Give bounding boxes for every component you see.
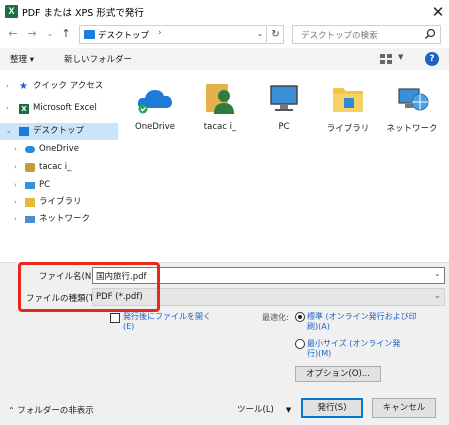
chevron-up-icon: ⌃: [8, 406, 18, 415]
file-item-libraries[interactable]: ライブラリ: [318, 80, 378, 140]
file-label: ネットワーク: [386, 124, 438, 134]
tools-label: ツール(L): [237, 405, 274, 415]
options-button[interactable]: オプション(O)...: [295, 366, 381, 382]
star-icon: ★: [19, 81, 28, 92]
open-after-publish-checkbox[interactable]: [110, 313, 120, 323]
organize-button[interactable]: 整理 ▾: [10, 53, 34, 65]
nav-item-quick-access[interactable]: › ★ クイック アクセス: [0, 78, 118, 95]
file-item-pc[interactable]: PC: [254, 80, 314, 140]
recent-dropdown-icon[interactable]: ⌄: [43, 26, 57, 42]
nav-item-libraries[interactable]: › ライブラリ: [0, 194, 118, 211]
file-item-network[interactable]: ネットワーク: [382, 80, 442, 140]
cancel-button[interactable]: キャンセル: [372, 398, 436, 418]
view-dropdown-icon: ▼: [398, 53, 404, 61]
filetype-dropdown-icon[interactable]: ⌄: [434, 291, 441, 300]
expand-chevron-icon[interactable]: ›: [6, 100, 9, 117]
close-button[interactable]: ✕: [428, 2, 448, 22]
cloud-icon: [25, 146, 35, 153]
search-input[interactable]: デスクトップの検索: [292, 25, 441, 44]
address-location[interactable]: デスクトップ: [98, 29, 149, 41]
optimize-standard-label[interactable]: 標準 (オンライン発行および印刷)(A): [307, 312, 425, 332]
nav-item-pc[interactable]: › PC: [0, 177, 118, 194]
search-icon[interactable]: [424, 28, 436, 40]
onedrive-cloud-icon: [137, 90, 172, 114]
tools-dropdown-icon: ▼: [285, 406, 292, 414]
nav-label: クイック アクセス: [33, 81, 104, 91]
network-globe-icon: [398, 88, 429, 111]
nav-item-user[interactable]: › tacac i_: [0, 159, 118, 176]
filename-dropdown-icon[interactable]: ⌄: [434, 269, 441, 278]
file-label: OneDrive: [135, 122, 175, 132]
publish-button[interactable]: 発行(S): [301, 398, 363, 418]
expand-chevron-icon[interactable]: ›: [6, 78, 9, 95]
nav-label: Microsoft Excel: [33, 103, 97, 113]
file-label: tacac i_: [203, 122, 237, 132]
library-folder-icon: [333, 88, 363, 112]
nav-label: ネットワーク: [39, 214, 91, 224]
file-item-user[interactable]: tacac i_: [190, 80, 250, 140]
view-grid-icon: [380, 54, 392, 64]
hide-folders-toggle[interactable]: ⌃ フォルダーの非表示: [8, 404, 94, 416]
file-label: ライブラリ: [326, 124, 370, 134]
forward-arrow-icon[interactable]: →: [25, 26, 39, 42]
navigation-pane: › ★ クイック アクセス › X Microsoft Excel ⌄ デスクト…: [0, 70, 118, 262]
optimize-label: 最適化:: [262, 313, 289, 322]
expand-chevron-icon[interactable]: ›: [14, 159, 17, 176]
nav-label: デスクトップ: [33, 126, 85, 136]
file-label: PC: [278, 122, 290, 132]
nav-label: ライブラリ: [39, 197, 82, 207]
nav-item-microsoft-excel[interactable]: › X Microsoft Excel: [0, 100, 118, 117]
address-dropdown-icon[interactable]: ⌄: [254, 27, 266, 41]
excel-app-icon: X: [5, 5, 18, 18]
nav-item-network[interactable]: › ネットワーク: [0, 211, 118, 228]
open-after-publish-label[interactable]: 発行後にファイルを開く(E): [123, 312, 213, 332]
optimize-minimum-label[interactable]: 最小サイズ (オンライン発行)(M): [307, 339, 407, 359]
nav-label: PC: [39, 180, 51, 190]
expand-chevron-icon[interactable]: ›: [14, 177, 17, 194]
window-title: PDF または XPS 形式で発行: [22, 8, 144, 19]
user-folder-icon: [206, 84, 234, 114]
computer-icon: [25, 182, 35, 189]
hide-folders-label: フォルダーの非表示: [17, 406, 94, 416]
optimize-standard-radio[interactable]: [295, 312, 305, 322]
expand-chevron-icon[interactable]: ›: [14, 194, 17, 211]
highlight-box: [18, 262, 160, 312]
help-icon[interactable]: ?: [425, 52, 439, 66]
library-folder-icon: [25, 198, 35, 207]
breadcrumb-chevron-icon[interactable]: ›: [158, 28, 162, 38]
nav-label: tacac i_: [39, 162, 72, 172]
back-arrow-icon[interactable]: ←: [6, 26, 20, 42]
tools-button[interactable]: ツール(L) ▼: [237, 403, 291, 415]
refresh-icon[interactable]: ↻: [268, 25, 284, 44]
nav-item-desktop[interactable]: ⌄ デスクトップ: [0, 123, 118, 140]
desktop-folder-icon: [84, 30, 95, 39]
file-item-onedrive[interactable]: OneDrive: [125, 80, 185, 140]
user-folder-icon: [25, 163, 35, 172]
up-arrow-icon[interactable]: ↑: [59, 26, 73, 42]
address-bar[interactable]: デスクトップ ›: [79, 25, 267, 44]
view-options-button[interactable]: ▼: [380, 52, 408, 66]
search-placeholder: デスクトップの検索: [301, 31, 378, 41]
new-folder-button[interactable]: 新しいフォルダー: [64, 53, 132, 65]
expand-chevron-icon[interactable]: ›: [14, 211, 17, 228]
collapse-chevron-icon[interactable]: ⌄: [6, 123, 12, 140]
nav-item-onedrive[interactable]: › OneDrive: [0, 141, 118, 158]
network-icon: [25, 216, 35, 223]
optimize-minimum-radio[interactable]: [295, 339, 305, 349]
computer-icon: [270, 85, 298, 111]
nav-label: OneDrive: [39, 144, 79, 154]
expand-chevron-icon[interactable]: ›: [14, 141, 17, 158]
excel-icon: X: [19, 104, 29, 114]
desktop-folder-icon: [19, 127, 29, 136]
